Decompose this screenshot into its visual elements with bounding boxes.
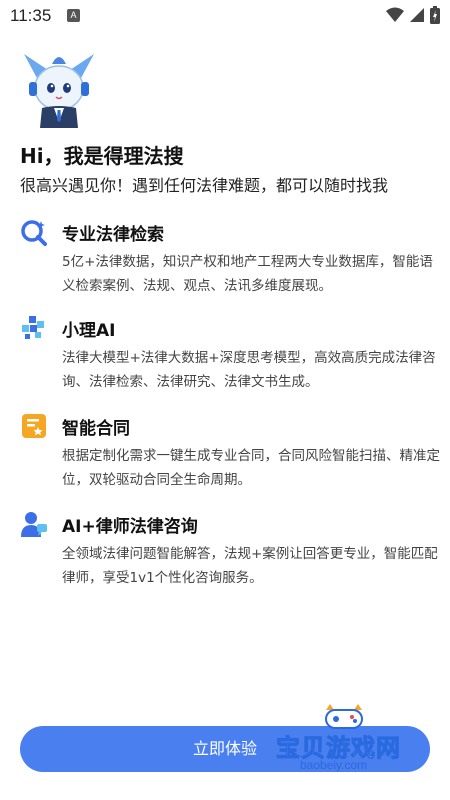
status-time: 11:35 [10,6,52,25]
ai-blocks-icon [22,316,44,339]
feature-title: 小理AI [62,321,116,341]
notification-icon: A [67,9,80,22]
status-bar: 11:35 A [0,0,450,32]
feature-title: 专业法律检索 [62,225,164,245]
watermark-url: baobeiy.com [300,758,368,772]
contract-icon [22,414,46,438]
mascot-avatar-icon [24,54,94,128]
feature-title: 智能合同 [62,419,130,439]
greeting-title: Hi，我是得理法搜 [20,144,184,168]
feature-description: 根据定制化需求一键生成专业合同，合同风险智能扫描、精准定位，双轮驱动合同全生命周… [62,448,440,488]
wifi-icon [386,7,404,22]
search-sparkle-icon [21,220,47,246]
feature-legal-search: 专业法律检索 5亿+法律数据，知识产权和地产工程两大专业数据库，智能语义检索案例… [20,218,440,298]
feature-xiaoli-ai: 小理AI 法律大模型+法律大数据+深度思考模型，高效高质完成法律咨询、法律检索、… [20,314,440,394]
watermark: 宝贝游戏网 baobeiy.com [276,702,426,782]
feature-lawyer-consult: AI+律师法律咨询 全领域法律问题智能解答，法规+案例让回答更专业，智能匹配律师… [20,510,440,590]
feature-description: 法律大模型+法律大数据+深度思考模型，高效高质完成法律咨询、法律检索、法律研究、… [62,350,436,390]
lawyer-consult-icon [21,512,47,537]
battery-icon [430,6,440,24]
status-icons [386,6,440,24]
greeting-subtitle: 很高兴遇见你！遇到任何法律难题，都可以随时找我 [20,176,389,195]
signal-icon [410,8,424,22]
feature-description: 全领域法律问题智能解答，法规+案例让回答更专业，智能匹配律师，享受1v1个性化咨… [62,546,438,586]
feature-description: 5亿+法律数据，知识产权和地产工程两大专业数据库，智能语义检索案例、法规、观点、… [62,254,433,294]
feature-smart-contract: 智能合同 根据定制化需求一键生成专业合同，合同风险智能扫描、精准定位，双轮驱动合… [20,412,440,492]
feature-title: AI+律师法律咨询 [62,517,198,537]
